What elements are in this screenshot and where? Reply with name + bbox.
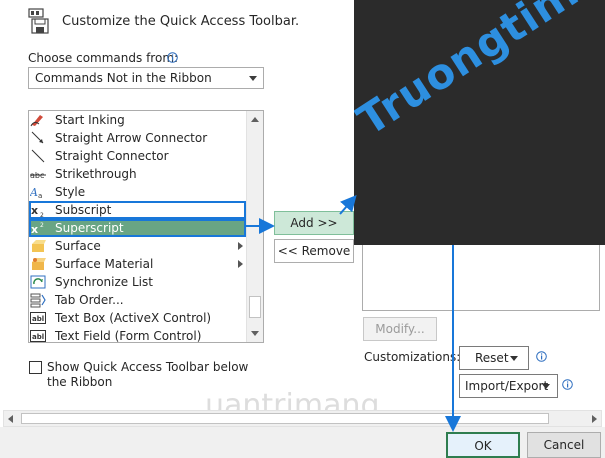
chevron-down-icon (510, 356, 518, 361)
horizontal-scrollbar[interactable] (3, 410, 602, 427)
quick-access-toolbar-icon (28, 8, 50, 34)
list-item[interactable]: Surface Material (29, 255, 246, 273)
list-item[interactable]: Synchronize List (29, 273, 246, 291)
list-item-selected[interactable]: x2 Superscript (29, 219, 246, 237)
show-below-ribbon-label[interactable]: Show Quick Access Toolbar below the Ribb… (47, 360, 257, 390)
chevron-down-icon (249, 76, 257, 81)
scroll-thumb[interactable] (249, 296, 261, 318)
sync-list-icon (30, 274, 46, 290)
choose-commands-dropdown[interactable]: Commands Not in the Ribbon (28, 67, 264, 89)
watermark-text: Truongtin.top (354, 0, 605, 146)
scroll-down-icon[interactable] (251, 331, 259, 336)
subscript-icon: x2 (30, 202, 46, 219)
list-item[interactable]: Aa Style (29, 183, 246, 201)
surface-material-icon (30, 256, 46, 272)
chevron-right-icon (238, 260, 243, 268)
chevron-down-icon (542, 384, 550, 389)
ok-button[interactable]: OK (446, 432, 520, 458)
list-item[interactable]: abc Strikethrough (29, 165, 246, 183)
remove-button[interactable]: << Remove (274, 239, 354, 263)
svg-text:a: a (38, 192, 42, 200)
list-scrollbar[interactable] (246, 111, 263, 342)
line-icon (30, 148, 46, 164)
info-icon[interactable] (167, 52, 178, 63)
add-button[interactable]: Add >> (274, 211, 354, 235)
show-below-ribbon-checkbox[interactable] (29, 361, 42, 374)
svg-text:abl: abl (32, 315, 44, 323)
svg-text:x: x (31, 223, 38, 236)
scroll-left-icon[interactable] (8, 415, 13, 423)
textbox-icon: abl (30, 310, 46, 326)
list-item[interactable]: Start Inking (29, 111, 246, 129)
toolbar-commands-list[interactable] (362, 245, 600, 311)
svg-text:A: A (30, 186, 38, 199)
scroll-up-icon[interactable] (251, 117, 259, 122)
svg-text:x: x (31, 204, 38, 217)
svg-text:2: 2 (40, 212, 44, 218)
scroll-right-icon[interactable] (592, 415, 597, 423)
style-icon: Aa (29, 184, 46, 200)
tab-order-icon (30, 292, 46, 308)
list-item[interactable]: Tab Order... (29, 291, 246, 309)
list-item[interactable]: Straight Connector (29, 147, 246, 165)
choose-commands-value: Commands Not in the Ribbon (35, 71, 212, 85)
watermark-overlay: Truongtin.top (354, 0, 605, 245)
arrow-line-icon (30, 130, 46, 146)
reset-button[interactable]: Reset (459, 346, 529, 370)
commands-list[interactable]: Start Inking Straight Arrow Connector St… (28, 110, 264, 343)
info-icon[interactable] (536, 351, 547, 362)
modify-button[interactable]: Modify... (363, 317, 437, 341)
surface-icon (30, 238, 46, 254)
list-item[interactable]: abl Text Field (Form Control) (29, 327, 246, 342)
textfield-icon: abl (30, 328, 46, 342)
pen-icon (30, 112, 46, 128)
scroll-thumb[interactable] (21, 413, 549, 424)
import-export-label: Import/Export (465, 379, 549, 393)
list-item[interactable]: Straight Arrow Connector (29, 129, 246, 147)
reset-label: Reset (475, 351, 509, 365)
import-export-button[interactable]: Import/Export (459, 374, 558, 398)
svg-text:2: 2 (40, 222, 44, 229)
strikethrough-icon: abc (30, 166, 46, 182)
customizations-label: Customizations: (364, 350, 461, 364)
superscript-icon: x2 (30, 220, 46, 236)
info-icon[interactable] (562, 379, 573, 390)
svg-text:abl: abl (32, 333, 44, 341)
list-item[interactable]: x2 Subscript (29, 201, 246, 219)
chevron-right-icon (238, 242, 243, 250)
dialog-title: Customize the Quick Access Toolbar. (62, 14, 300, 29)
choose-commands-label: Choose commands from: (28, 51, 179, 65)
list-item[interactable]: Surface (29, 237, 246, 255)
list-item[interactable]: abl Text Box (ActiveX Control) (29, 309, 246, 327)
cancel-button[interactable]: Cancel (527, 432, 601, 458)
